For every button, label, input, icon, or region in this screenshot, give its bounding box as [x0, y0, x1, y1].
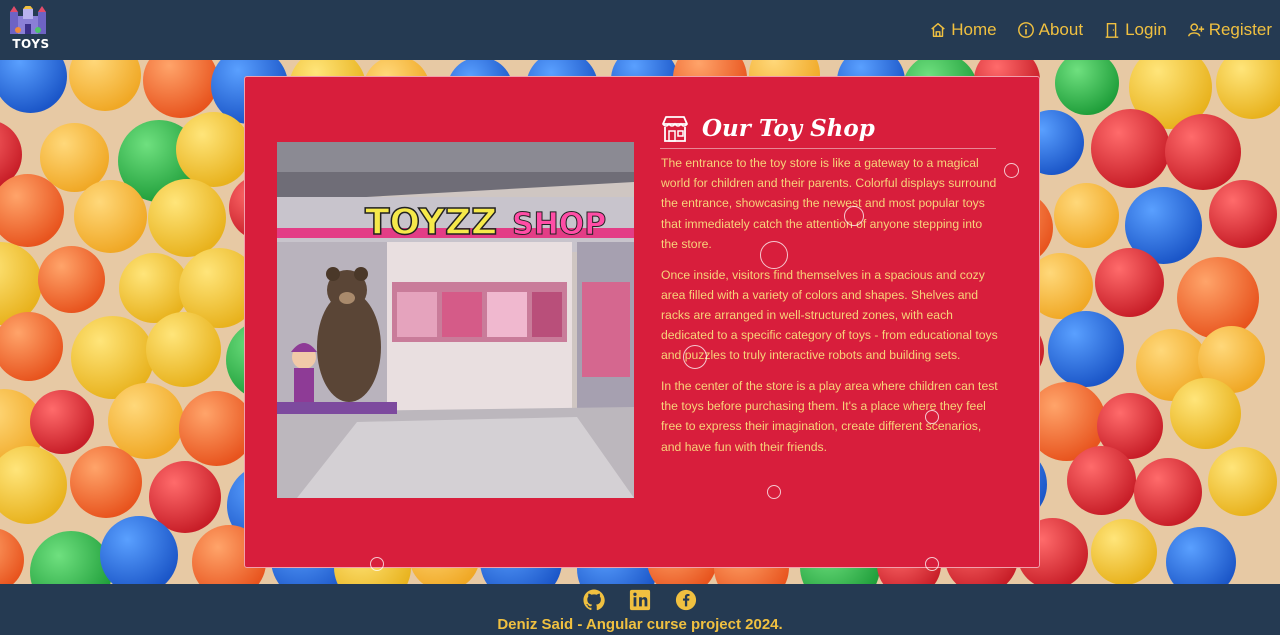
svg-text:SHOP: SHOP	[512, 207, 606, 242]
nav-links: Home About Login Register	[909, 0, 1272, 60]
linkedin-icon[interactable]	[629, 589, 651, 611]
bubble	[925, 410, 939, 424]
logo-text: TOYS	[12, 37, 50, 51]
ball	[1134, 458, 1202, 526]
ball	[1067, 446, 1136, 515]
ball	[70, 446, 142, 518]
github-icon[interactable]	[583, 589, 605, 611]
nav-about[interactable]: About	[1017, 20, 1083, 40]
ball	[1177, 257, 1259, 339]
ball	[0, 174, 64, 247]
ball	[100, 516, 178, 584]
ball	[146, 312, 221, 387]
ball	[38, 246, 105, 313]
castle-icon	[10, 3, 46, 34]
social-links	[0, 589, 1280, 611]
shop-photo: TOYZZ SHOP	[277, 142, 634, 498]
ball	[74, 180, 147, 253]
ball	[1091, 519, 1157, 584]
navbar: TOYS Home About Login Register	[0, 0, 1280, 60]
paragraph-inside: Once inside, visitors find themselves in…	[661, 267, 998, 363]
ball	[1054, 183, 1119, 248]
ball	[1170, 378, 1241, 449]
footer-credit: Deniz Said - Angular curse project 2024.	[497, 616, 783, 633]
card-description: The entrance to the toy store is like a …	[661, 153, 1001, 467]
bubble	[370, 557, 384, 571]
facebook-icon[interactable]	[675, 589, 697, 611]
nav-login-label: Login	[1125, 20, 1167, 39]
card-title: Our Toy Shop	[702, 115, 875, 142]
ball	[0, 528, 24, 584]
paragraph-play-area: In the center of the store is a play are…	[661, 379, 998, 454]
bubble	[1004, 163, 1019, 178]
info-icon	[1017, 22, 1034, 38]
bubble	[925, 557, 939, 571]
card-title-row: Our Toy Shop	[660, 109, 996, 149]
nav-register[interactable]: Register	[1187, 20, 1272, 40]
door-icon	[1105, 22, 1119, 38]
shop-icon	[662, 115, 688, 142]
content-card: TOYZZ SHOP Our Toy Shop The entrance to …	[244, 76, 1040, 571]
bubble	[844, 206, 864, 226]
bubble	[760, 241, 788, 269]
paragraph-entrance: The entrance to the toy store is like a …	[661, 156, 997, 251]
ball	[179, 391, 254, 466]
ball	[148, 179, 226, 257]
ball	[30, 390, 94, 454]
ball	[1209, 180, 1277, 248]
ball	[69, 60, 141, 111]
ball	[143, 60, 218, 118]
ball	[1166, 527, 1236, 584]
nav-login[interactable]: Login	[1103, 20, 1167, 40]
nav-home[interactable]: Home	[929, 20, 997, 40]
bubble	[767, 485, 781, 499]
ball	[1165, 114, 1241, 190]
nav-home-label: Home	[951, 20, 997, 39]
ball	[1095, 248, 1164, 317]
ball	[1208, 447, 1277, 516]
ball	[0, 312, 63, 381]
ball	[0, 446, 67, 524]
ball	[0, 60, 67, 113]
ball	[1055, 60, 1119, 115]
footer: Deniz Said - Angular curse project 2024.	[0, 584, 1280, 635]
bubble	[683, 345, 707, 369]
ball	[1048, 311, 1124, 387]
photo-sign: TOYZZ	[365, 202, 497, 243]
ball	[1091, 109, 1170, 188]
user-plus-icon	[1187, 23, 1204, 37]
ball	[1216, 60, 1280, 119]
ball	[176, 112, 251, 187]
toys-logo[interactable]: TOYS	[8, 3, 50, 52]
nav-register-label: Register	[1208, 20, 1272, 39]
nav-about-label: About	[1038, 20, 1084, 39]
home-icon	[931, 22, 946, 38]
